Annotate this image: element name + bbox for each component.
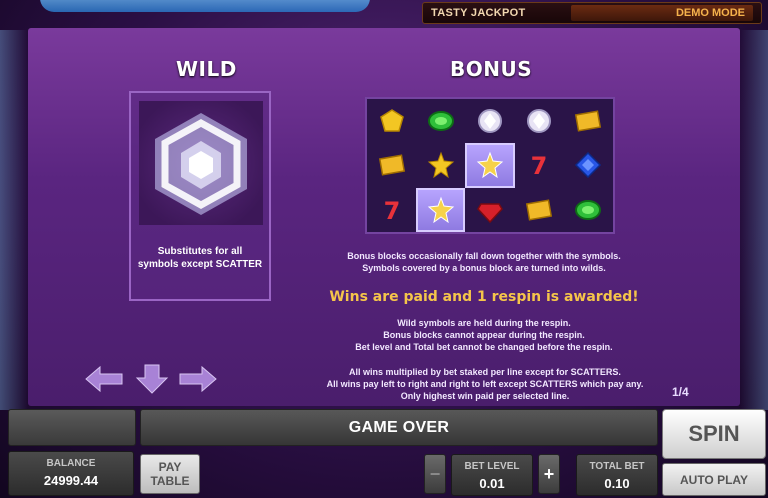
respin-line1: Wild symbols are held during the respin. xyxy=(397,318,571,328)
respin-line3: Bet level and Total bet cannot be change… xyxy=(355,342,613,352)
bonus-desc-line2: Symbols covered by a bonus block are tur… xyxy=(362,263,606,273)
right-edge-glow xyxy=(740,30,768,410)
balance-value: 24999.44 xyxy=(43,473,99,488)
bet-increase-button[interactable]: + xyxy=(538,454,560,494)
close-paytable-arrow-icon[interactable] xyxy=(132,364,172,394)
bet-level-display: BET LEVEL 0.01 xyxy=(451,454,533,496)
paytable-button[interactable]: PAY TABLE xyxy=(140,454,200,494)
wild-description: Substitutes for all symbols except SCATT… xyxy=(131,245,269,271)
rule-line1: All wins multiplied by bet staked per li… xyxy=(349,367,621,377)
rule-line2: All wins pay left to right and right to … xyxy=(326,379,644,389)
wild-symbol-box: Substitutes for all symbols except SCATT… xyxy=(129,91,271,301)
jackpot-label: TASTY JACKPOT xyxy=(431,7,526,19)
emerald-icon xyxy=(564,188,613,232)
wild-desc-line1: Substitutes for all xyxy=(157,246,243,257)
next-page-arrow-icon[interactable] xyxy=(178,364,218,394)
seven-icon: 7 xyxy=(515,143,564,187)
bonus-example-grid: 77 xyxy=(365,97,615,234)
ruby-icon xyxy=(465,188,514,232)
gold-ticket-icon xyxy=(564,99,613,143)
svg-text:7: 7 xyxy=(531,152,548,179)
respin-line2: Bonus blocks cannot appear during the re… xyxy=(383,330,585,340)
bet-decrease-button[interactable]: − xyxy=(424,454,446,494)
left-edge-glow xyxy=(0,30,28,410)
wins-title: Wins are paid and 1 respin is awarded! xyxy=(329,289,639,305)
paytable-label-line1: PAY xyxy=(158,460,182,474)
total-bet-label: TOTAL BET xyxy=(589,461,645,472)
bet-level-value: 0.01 xyxy=(479,476,505,491)
bonus-heading: BONUS xyxy=(450,57,533,81)
page-indicator: 1/4 xyxy=(672,385,689,399)
demo-mode-badge: DEMO MODE xyxy=(571,5,753,21)
balance-display: BALANCE 24999.44 xyxy=(8,451,134,496)
message-bar-left xyxy=(8,409,136,446)
gold-star-gem-icon xyxy=(416,143,465,187)
bet-level-label: BET LEVEL xyxy=(464,461,520,472)
gold-bar-gem-icon xyxy=(367,99,416,143)
total-bet-display: TOTAL BET 0.10 xyxy=(576,454,658,496)
diamond-icon xyxy=(515,99,564,143)
rule-line3: Only highest win paid per selected line. xyxy=(400,391,570,401)
emerald-icon xyxy=(416,99,465,143)
total-bet-value: 0.10 xyxy=(604,476,630,491)
respin-rules: Wild symbols are held during the respin.… xyxy=(324,317,644,353)
seven-icon: 7 xyxy=(367,188,416,232)
autoplay-button[interactable]: AUTO PLAY xyxy=(662,463,766,496)
wild-heading: WILD xyxy=(176,57,237,81)
gold-ticket-icon xyxy=(367,143,416,187)
status-display: GAME OVER xyxy=(140,409,658,446)
svg-text:7: 7 xyxy=(383,197,400,224)
spin-button[interactable]: SPIN xyxy=(662,409,766,459)
wild-desc-line2: symbols except SCATTER xyxy=(137,259,263,270)
general-rules: All wins multiplied by bet staked per li… xyxy=(300,366,670,402)
bonus-description: Bonus blocks occasionally fall down toge… xyxy=(324,250,644,274)
bonus-desc-line1: Bonus blocks occasionally fall down toge… xyxy=(347,251,621,261)
wild-diamond-icon xyxy=(139,101,263,225)
bonus-block-icon xyxy=(465,143,515,188)
balance-label: BALANCE xyxy=(46,458,96,469)
previous-page-arrow-icon[interactable] xyxy=(84,364,124,394)
gold-ticket-icon xyxy=(515,188,564,232)
diamond-icon xyxy=(465,99,514,143)
jackpot-bar: TASTY JACKPOT DEMO MODE xyxy=(422,2,762,24)
game-logo xyxy=(40,0,370,12)
sapphire-icon xyxy=(564,143,613,187)
paytable-label-line2: TABLE xyxy=(150,474,190,488)
bonus-block-icon xyxy=(416,187,466,232)
